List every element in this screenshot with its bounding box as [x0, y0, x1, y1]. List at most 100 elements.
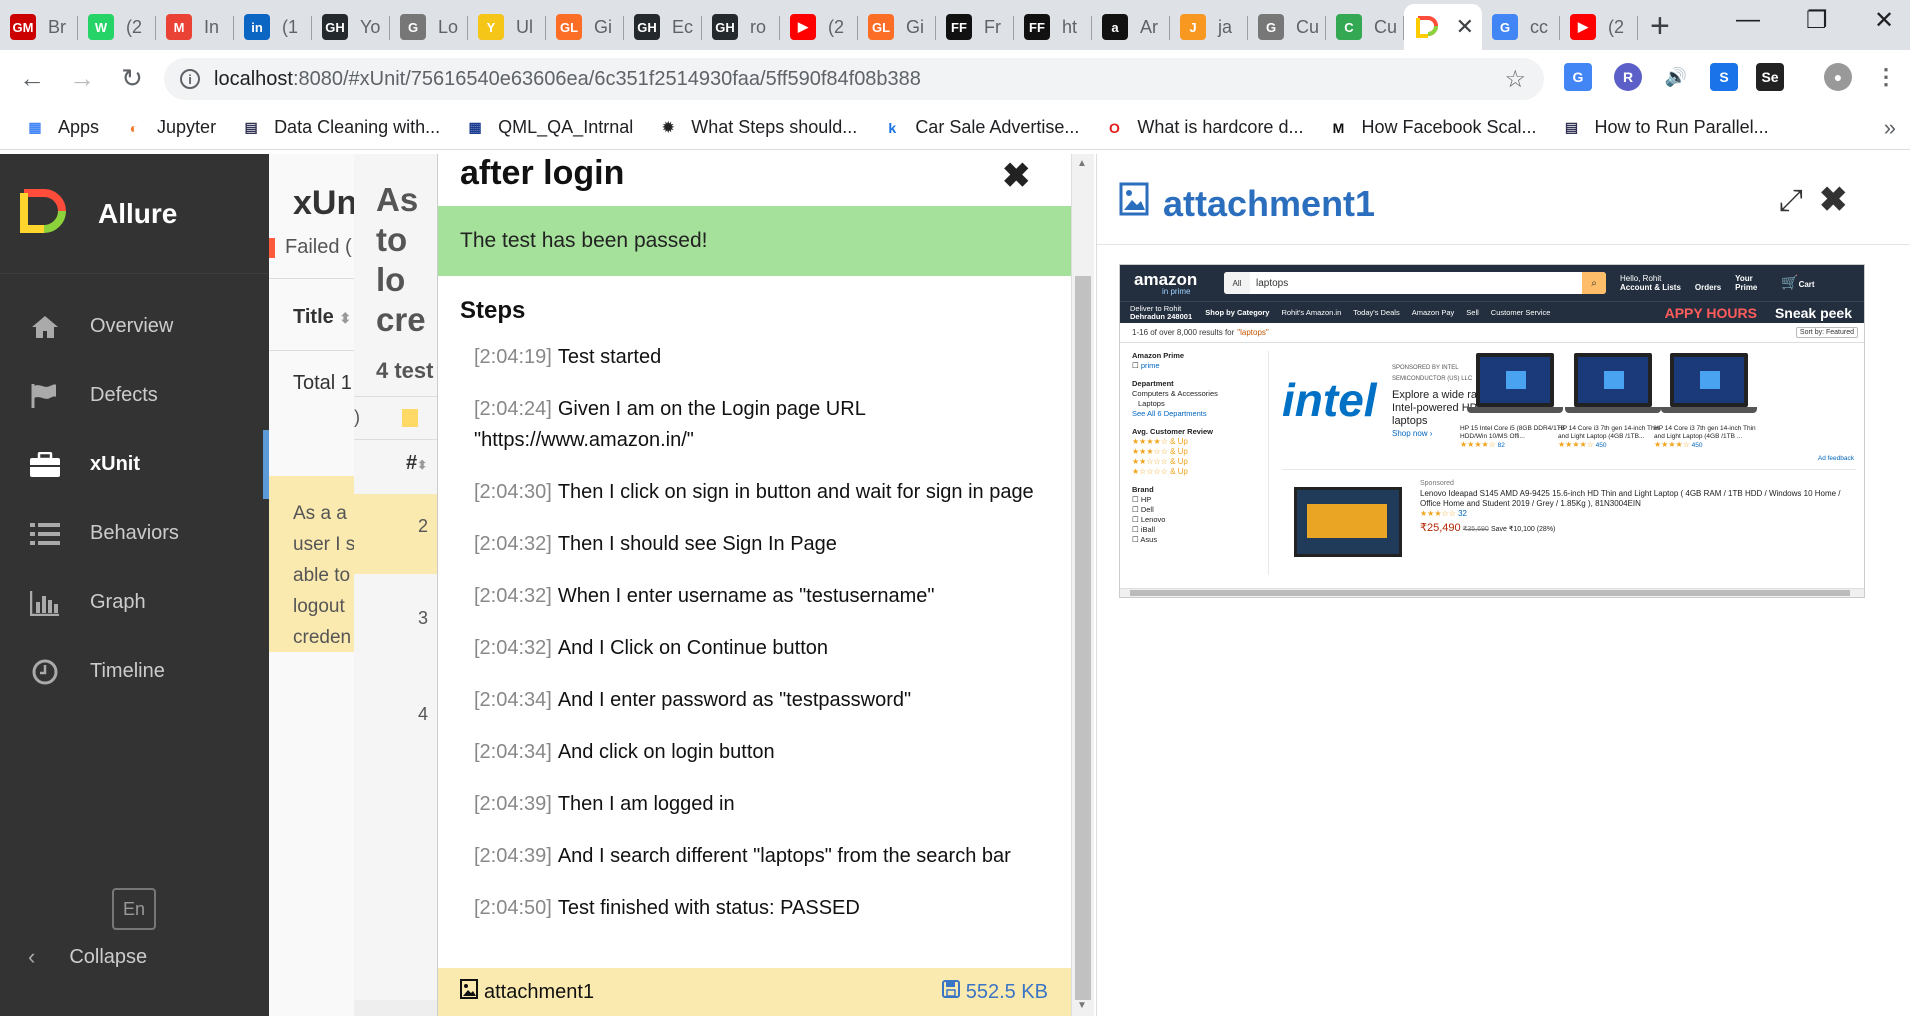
browser-tab[interactable]: in (1 [234, 4, 312, 50]
step-time: [2:04:30] [474, 481, 552, 503]
browser-tab[interactable]: C Cu [1326, 4, 1404, 50]
browser-tab[interactable]: GH Ec [624, 4, 702, 50]
bookmark-item[interactable]: ▤ How to Run Parallel... [1561, 117, 1769, 139]
scroll-up-icon[interactable]: ▲ [1077, 158, 1087, 169]
steps-heading: Steps [460, 297, 526, 324]
steps-list: [2:04:19] Test started [2:04:24] Given I am… [474, 342, 1044, 945]
nav-item-defects[interactable]: Defects [0, 361, 269, 430]
browser-tab[interactable]: a Ar [1092, 4, 1170, 50]
jupyter-icon: ◐ [129, 119, 139, 136]
O-icon: O [1108, 119, 1120, 136]
browser-tab[interactable]: Gcc [1482, 4, 1560, 50]
bookmarks-overflow-icon[interactable]: » [1884, 115, 1896, 141]
pane-title: xUn [293, 184, 358, 222]
bookmark-item[interactable]: k Car Sale Advertise... [881, 117, 1079, 139]
step-time: [2:04:19] [474, 346, 552, 368]
menu-kebab-icon[interactable]: ⋮ [1872, 63, 1900, 91]
hash-column-header[interactable]: #⬍ [406, 452, 427, 475]
tab-favicon-icon: Y [478, 14, 504, 40]
browser-tab[interactable]: GH Yo [312, 4, 390, 50]
bookmark-item[interactable]: ▦ Apps [24, 117, 99, 139]
divider [1097, 244, 1910, 245]
scroll-down-icon[interactable]: ▼ [1077, 1000, 1087, 1011]
bookmark-item[interactable]: ◐ Jupyter [123, 117, 216, 139]
flag-icon [28, 382, 62, 410]
window-close-icon[interactable]: ✕ [1874, 6, 1894, 35]
review-filter: ★★★★☆ & Up [1132, 437, 1188, 446]
browser-tab[interactable]: Y Ul [468, 4, 546, 50]
brand-filter: ☐ Dell [1132, 505, 1252, 515]
bookmark-item[interactable]: ▦ QML_QA_Intrnal [464, 117, 634, 139]
product-rating: ★★★★☆ 450 [1558, 440, 1607, 450]
browser-tab[interactable]: GL Gi [858, 4, 936, 50]
browser-tab[interactable]: G Cu [1248, 4, 1326, 50]
tab-title: Yo [360, 16, 381, 37]
active-tab[interactable]: ✕ [1404, 4, 1482, 50]
attachment-row[interactable]: attachment1 552.5 KB [438, 968, 1071, 1016]
bottom-scroll-left[interactable] [354, 1000, 439, 1016]
tab-favicon-icon: G [1258, 14, 1284, 40]
expand-icon[interactable]: ⤢ [1779, 184, 1803, 218]
minimize-icon[interactable]: — [1736, 6, 1760, 34]
close-result-icon[interactable]: ✖ [1002, 156, 1031, 196]
selenium-extension-icon[interactable]: Se [1756, 63, 1784, 91]
collapse-button[interactable]: ‹ Collapse [28, 944, 147, 970]
s-extension-icon[interactable]: S [1710, 63, 1738, 91]
bookmark-label: What is hardcore d... [1137, 117, 1304, 137]
nav-item-timeline[interactable]: Timeline [0, 637, 269, 706]
prime-filter: ☐ prime [1132, 361, 1160, 370]
browser-tab[interactable]: G Lo [390, 4, 468, 50]
product-card: HP 14 Core i3 7th gen 14-inch Thin and L… [1558, 353, 1668, 450]
tab-favicon-icon: C [1336, 14, 1362, 40]
nav-item-behaviors[interactable]: Behaviors [0, 499, 269, 568]
title-column-header[interactable]: Title ⬍ [293, 306, 351, 329]
brand-label: HP [1140, 495, 1152, 504]
scroll-thumb[interactable] [1075, 276, 1091, 1000]
browser-tab[interactable]: M In [156, 4, 234, 50]
browser-tab[interactable]: ▶ (2 [1560, 4, 1638, 50]
browser-tab[interactable]: GM Br [0, 4, 78, 50]
bookmark-item[interactable]: ✹ What Steps should... [657, 117, 857, 139]
browser-tab[interactable]: Jja [1170, 4, 1248, 50]
restore-icon[interactable]: ❐ [1806, 6, 1828, 35]
browser-tab[interactable]: GH ro [702, 4, 780, 50]
nav-item-xunit[interactable]: xUnit [0, 430, 269, 499]
tab-favicon-icon: FF [946, 14, 972, 40]
failed-filter[interactable]: Failed ( [269, 236, 352, 259]
brand[interactable]: Allure [0, 154, 269, 274]
site-info-icon[interactable]: i [180, 69, 200, 89]
result-scrollbar[interactable]: ▲ ▼ [1071, 154, 1094, 1016]
doc-icon: ▤ [244, 119, 258, 135]
browser-tab[interactable]: ▶ (2 [780, 4, 858, 50]
nav-item-overview[interactable]: Overview [0, 292, 269, 361]
nav-item-graph[interactable]: Graph [0, 568, 269, 637]
bookmark-item[interactable]: O What is hardcore d... [1103, 117, 1304, 139]
profile-avatar[interactable]: ● [1824, 63, 1852, 91]
close-attachment-icon[interactable]: ✖ [1819, 180, 1848, 220]
forward-icon[interactable]: → [64, 63, 100, 94]
browser-tab[interactable]: FF ht [1014, 4, 1092, 50]
tab-title: Br [48, 16, 66, 37]
bookmark-item[interactable]: ▤ Data Cleaning with... [240, 117, 440, 139]
attachment-size: 552.5 KB [941, 980, 1048, 1004]
browser-tab[interactable]: GL Gi [546, 4, 624, 50]
language-switch[interactable]: En [112, 888, 156, 930]
r-extension-icon[interactable]: R [1614, 63, 1642, 91]
browser-tab[interactable]: W (2 [78, 4, 156, 50]
speaker-extension-icon[interactable]: 🔊 [1662, 63, 1690, 91]
k-icon: k [888, 119, 897, 136]
back-icon[interactable]: ← [14, 63, 50, 94]
browser-tab[interactable]: FF Fr [936, 4, 1014, 50]
close-tab-icon[interactable]: ✕ [1456, 14, 1474, 40]
address-bar[interactable]: i localhost:8080/#xUnit/75616540e63606ea… [164, 58, 1544, 100]
attachment-screenshot: amazon in prime All laptops ⌕ Hello, Rohi… [1119, 264, 1865, 598]
tab-title: In [204, 16, 220, 37]
new-tab-button[interactable]: + [1650, 7, 1670, 46]
cart-icon: 🛒 [1781, 273, 1799, 290]
amazon-nav-links: Rohit's Amazon.in Today's Deals Amazon Pay… [1281, 308, 1562, 317]
bookmark-item[interactable]: M How Facebook Scal... [1327, 117, 1537, 139]
status-swatch [402, 409, 418, 427]
bookmark-star-icon[interactable]: ☆ [1504, 65, 1526, 94]
translate-extension-icon[interactable]: G [1564, 63, 1592, 91]
reload-icon[interactable]: ↻ [114, 63, 150, 94]
